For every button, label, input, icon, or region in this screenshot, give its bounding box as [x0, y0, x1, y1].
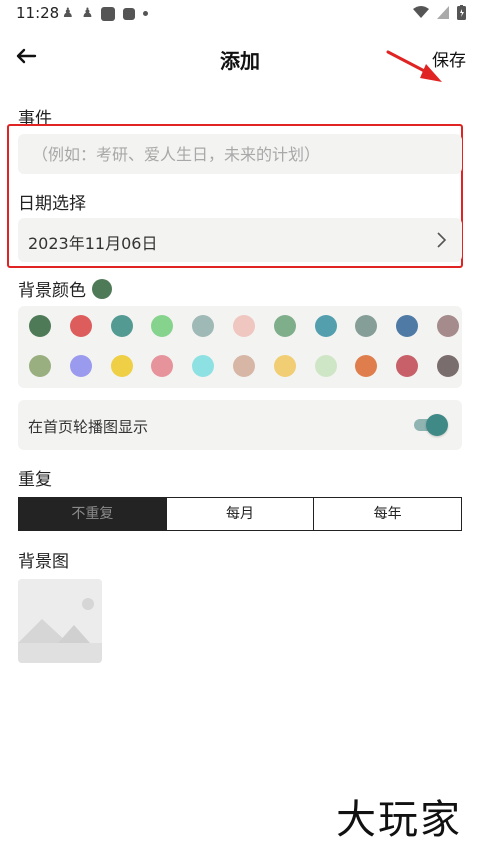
background-color-label: 背景颜色 — [18, 281, 86, 301]
repeat-segmented-control: 不重复 每月 每年 — [18, 497, 462, 531]
carousel-toggle-label: 在首页轮播图显示 — [28, 418, 149, 436]
color-swatch[interactable] — [273, 315, 296, 337]
title-bar: 添加 保存 — [0, 32, 480, 86]
color-swatch[interactable] — [110, 315, 133, 337]
status-bar: 11:28 ♟ ♟ — [0, 0, 480, 28]
color-swatch[interactable] — [314, 315, 337, 337]
color-swatch[interactable] — [314, 355, 337, 377]
color-swatch[interactable] — [355, 315, 378, 337]
color-palette — [18, 306, 462, 388]
color-swatch[interactable] — [437, 315, 459, 337]
chevron-right-icon — [437, 232, 447, 248]
color-swatch[interactable] — [69, 315, 92, 337]
wifi-icon — [413, 6, 429, 18]
more-notifications-icon — [143, 11, 149, 16]
background-color-header: 背景颜色 — [18, 276, 112, 301]
repeat-option-yearly[interactable]: 每年 — [313, 498, 461, 530]
save-button[interactable]: 保存 — [432, 46, 466, 71]
color-swatch[interactable] — [192, 315, 215, 337]
qq-icon: ♟ — [62, 6, 74, 21]
color-swatch[interactable] — [151, 355, 174, 377]
color-swatch[interactable] — [437, 355, 459, 377]
status-notification-icons: ♟ ♟ — [62, 6, 149, 21]
battery-icon — [457, 5, 466, 20]
date-picker-row[interactable]: 2023年11月06日 — [18, 218, 462, 262]
color-swatch[interactable] — [396, 315, 419, 337]
repeat-option-none[interactable]: 不重复 — [19, 498, 166, 530]
color-swatch[interactable] — [273, 355, 296, 377]
carousel-toggle-row: 在首页轮播图显示 — [18, 400, 462, 450]
color-swatch[interactable] — [396, 355, 419, 377]
repeat-label: 重复 — [18, 470, 52, 490]
carousel-toggle-switch[interactable] — [414, 414, 448, 436]
color-swatch[interactable] — [233, 355, 255, 377]
color-swatch[interactable] — [233, 315, 255, 337]
app-icon — [101, 6, 116, 21]
status-system-icons — [413, 5, 466, 20]
repeat-option-monthly[interactable]: 每月 — [165, 498, 314, 530]
color-swatch[interactable] — [29, 315, 51, 337]
color-swatch[interactable] — [151, 315, 174, 337]
color-swatch[interactable] — [69, 355, 92, 377]
date-label: 日期选择 — [18, 194, 86, 214]
color-swatch[interactable] — [110, 355, 133, 377]
color-swatch[interactable] — [192, 355, 215, 377]
watermark-text: 大玩家 — [336, 797, 462, 843]
image-placeholder-icon — [18, 579, 102, 663]
event-input[interactable] — [18, 134, 462, 174]
color-swatch[interactable] — [29, 355, 51, 377]
background-image-picker[interactable] — [18, 579, 102, 663]
background-image-label: 背景图 — [18, 552, 69, 572]
date-value: 2023年11月06日 — [28, 234, 158, 253]
qq-icon: ♟ — [81, 6, 94, 21]
selected-color-indicator — [92, 278, 112, 299]
signal-icon — [437, 6, 449, 19]
app-badge-icon — [123, 7, 136, 20]
status-time: 11:28 — [16, 4, 60, 22]
color-swatch[interactable] — [355, 355, 378, 377]
toggle-knob — [426, 414, 448, 436]
